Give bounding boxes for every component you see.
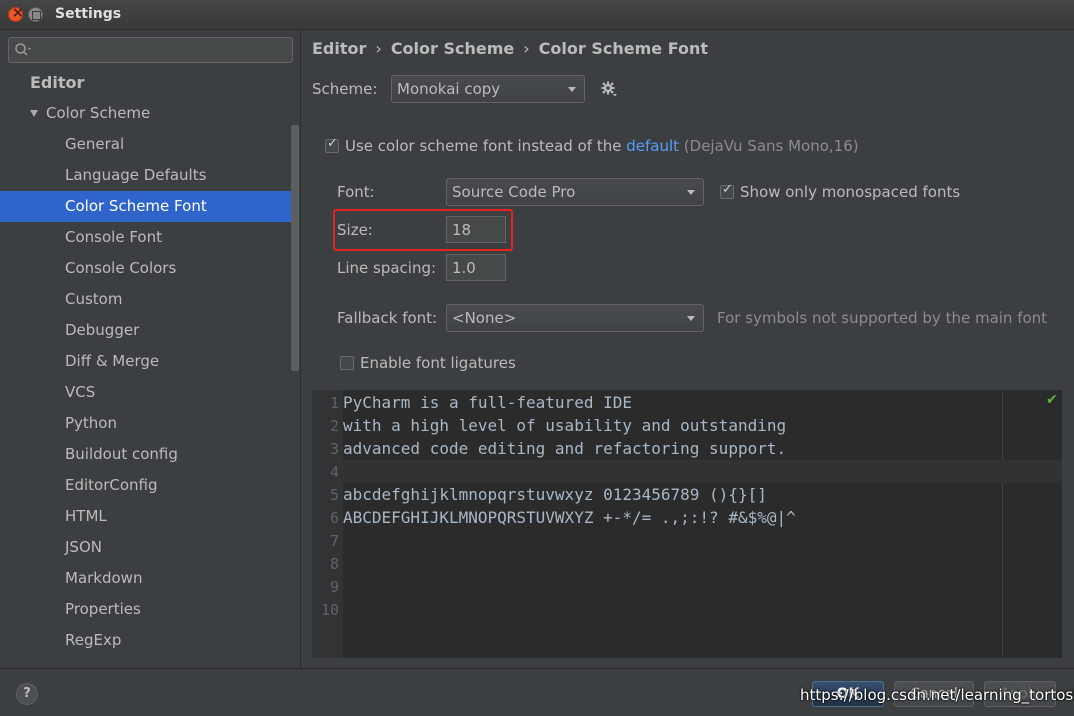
line-spacing-input[interactable] [446,254,506,281]
watermark-text: https://blog.csdn.net/learning_tortosie [800,686,1074,704]
monospaced-label: Show only monospaced fonts [740,183,961,201]
sidebar-item-python[interactable]: Python [0,408,291,439]
chevron-down-icon [687,190,695,195]
font-preview-editor[interactable]: ✔ 1 PyCharm is a full-featured IDE 2 with a… [312,390,1062,658]
line-number: 9 [329,578,339,596]
font-value: Source Code Pro [452,183,576,201]
ligatures-label: Enable font ligatures [360,354,516,372]
fallback-font-hint: For symbols not supported by the main fo… [717,309,1048,327]
sidebar-item-html[interactable]: HTML [0,501,291,532]
sidebar-item-buildout-config[interactable]: Buildout config [0,439,291,470]
sidebar-item-custom[interactable]: Custom [0,284,291,315]
font-dropdown[interactable]: Source Code Pro [446,178,704,206]
sidebar-item-vcs[interactable]: VCS [0,377,291,408]
preview-code-line: abcdefghijklmnopqrstuvwxyz 0123456789 ()… [343,485,767,504]
sidebar-item-debugger[interactable]: Debugger [0,315,291,346]
settings-content: Editor › Color Scheme › Color Scheme Font Sc… [302,31,1074,668]
preview-code-line: PyCharm is a full-featured IDE [343,393,632,412]
sidebar-item-diff-merge[interactable]: Diff & Merge [0,346,291,377]
expand-arrow-icon[interactable] [30,110,38,117]
line-number: 8 [329,555,339,573]
search-input[interactable] [37,40,287,60]
chevron-down-icon [568,87,576,92]
scheme-label: Scheme: [312,80,378,98]
title-bar: Settings [0,0,1074,30]
line-number: 6 [329,509,339,527]
default-font-info: (DejaVu Sans Mono,16) [683,137,859,155]
use-scheme-font-checkbox[interactable] [325,136,339,153]
settings-sidebar: Editor Color Scheme General Language Defa… [0,31,301,668]
sidebar-item-console-font[interactable]: Console Font [0,222,291,253]
tree-group-label: Color Scheme [46,104,151,122]
sidebar-item-color-scheme-font[interactable]: Color Scheme Font [0,191,291,222]
font-label: Font: [337,183,375,201]
sidebar-scrollbar[interactable] [291,125,299,371]
line-number: 5 [329,486,339,504]
line-number: 1 [329,394,339,412]
sidebar-item-properties[interactable]: Properties [0,594,291,625]
use-scheme-font-text: Use color scheme font instead of the [345,137,622,155]
breadcrumb-separator: › [375,39,382,58]
preview-code-line: advanced code editing and refactoring su… [343,439,787,458]
sidebar-item-general[interactable]: General [0,129,291,160]
preview-code-line: ABCDEFGHIJKLMNOPQRSTUVWXYZ +-*/= .,;:!? … [343,508,796,527]
line-number: 10 [320,601,339,619]
size-highlight-annotation [333,209,513,251]
monospaced-checkbox[interactable] [720,182,734,199]
breadcrumb-item-editor: Editor [312,39,367,58]
sidebar-item-console-colors[interactable]: Console Colors [0,253,291,284]
chevron-down-icon [687,316,695,321]
sidebar-item-editorconfig[interactable]: EditorConfig [0,470,291,501]
sidebar-item-markdown[interactable]: Markdown [0,563,291,594]
help-button[interactable]: ? [16,683,38,705]
maximize-window-button[interactable] [28,7,43,22]
breadcrumb: Editor › Color Scheme › Color Scheme Font [312,39,708,58]
line-number: 4 [329,463,339,481]
line-number: 7 [329,532,339,550]
breadcrumb-item-color-scheme: Color Scheme [390,39,515,58]
tree-group-color-scheme[interactable]: Color Scheme [0,98,291,129]
ligatures-checkbox[interactable] [340,356,354,370]
window-title: Settings [55,6,122,22]
search-icon [15,43,31,56]
fallback-font-dropdown[interactable]: <None> [446,304,704,332]
sidebar-item-regexp[interactable]: RegExp [0,625,291,656]
settings-search[interactable] [8,37,293,63]
sidebar-item-language-defaults[interactable]: Language Defaults [0,160,291,191]
line-number: 3 [329,440,339,458]
settings-tree: Editor Color Scheme General Language Defa… [0,67,291,656]
gear-icon[interactable] [600,80,618,98]
use-scheme-font-label: Use color scheme font instead of the def… [345,137,859,155]
current-line-highlight [343,460,1062,483]
sidebar-item-json[interactable]: JSON [0,532,291,563]
breadcrumb-separator: › [523,39,530,58]
close-window-button[interactable] [8,5,24,22]
fallback-font-label: Fallback font: [337,309,438,327]
dialog-button-bar: ? OK Cancel Apply https://blog.csdn.net/… [0,668,1074,716]
tree-section-editor[interactable]: Editor [0,67,291,98]
scheme-dropdown[interactable]: Monokai copy [391,75,585,103]
preview-code-line: with a high level of usability and outst… [343,416,787,435]
inspection-ok-icon: ✔ [1046,392,1058,408]
default-font-link[interactable]: default [626,137,679,155]
scheme-value: Monokai copy [397,80,501,98]
fallback-font-value: <None> [452,309,517,327]
breadcrumb-item-color-scheme-font: Color Scheme Font [538,39,708,58]
line-number: 2 [329,417,339,435]
right-margin-guide [1002,390,1003,658]
line-spacing-label: Line spacing: [337,259,437,277]
